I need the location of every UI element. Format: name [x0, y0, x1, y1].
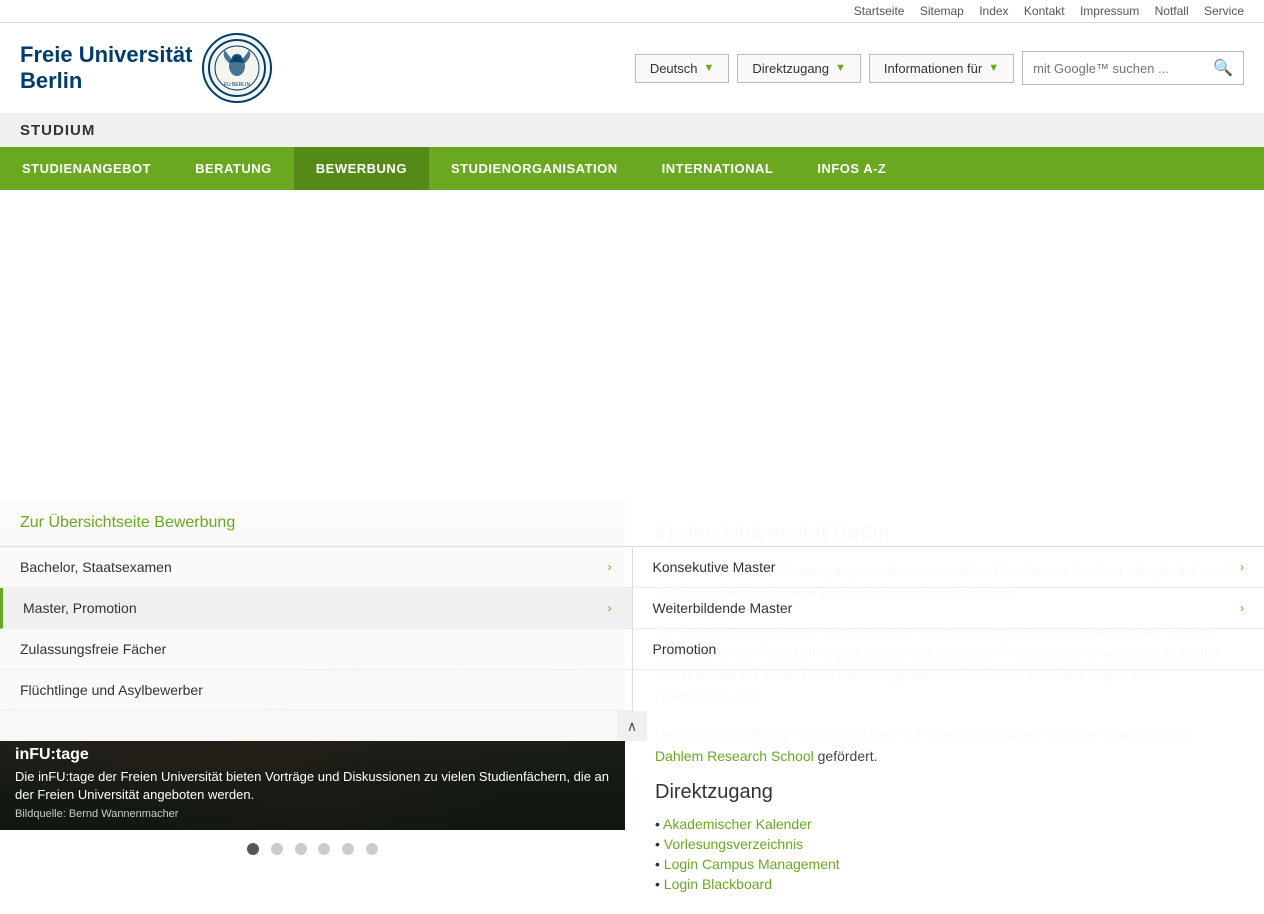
search-button[interactable]: 🔍 [1203, 52, 1243, 84]
dropdown-overlay: Zur Übersichtseite Bewerbung Bachelor, S… [0, 500, 1264, 741]
dropdown-item-promotion[interactable]: Promotion [633, 629, 1264, 670]
dropdown-item-label: Bachelor, Staatsexamen [20, 559, 172, 575]
direktzugang-arrow-icon: ▼ [835, 62, 846, 74]
language-button[interactable]: Deutsch ▼ [635, 54, 730, 83]
direktzugang-heading: Direktzugang [655, 781, 1234, 804]
dropdown-header[interactable]: Zur Übersichtseite Bewerbung [0, 500, 1264, 547]
informationen-label: Informationen für [884, 61, 982, 76]
studium-label: STUDIUM [20, 122, 95, 139]
dot-2[interactable] [271, 843, 283, 855]
dropdown-item-label: Flüchtlinge und Asylbewerber [20, 682, 203, 698]
top-bar: Startseite Sitemap Index Kontakt Impress… [0, 0, 1264, 23]
dahlem-link[interactable]: Dahlem Research School [655, 748, 814, 764]
language-label: Deutsch [650, 61, 698, 76]
dropdown-item-zulassungsfrei[interactable]: Zulassungsfreie Fächer [0, 629, 632, 670]
dropdown-columns: Bachelor, Staatsexamen › Master, Promoti… [0, 547, 1264, 711]
chevron-right-icon: › [1240, 601, 1244, 615]
dot-3[interactable] [295, 843, 307, 855]
dropdown-item-label: Weiterbildende Master [653, 600, 793, 616]
nav-international[interactable]: INTERNATIONAL [640, 147, 796, 190]
dropdown-item-fluechtlinge[interactable]: Flüchtlinge und Asylbewerber [0, 670, 632, 711]
chevron-right-icon: › [608, 560, 612, 574]
header: Freie Universität Berlin FU BERLIN Deuts… [0, 23, 1264, 114]
chevron-right-icon: › [1240, 560, 1244, 574]
dot-1[interactable] [247, 843, 259, 855]
image-credit: Bildquelle: Bernd Wannenmacher [15, 808, 610, 820]
dropdown-item-weiterbildende[interactable]: Weiterbildende Master › [633, 588, 1264, 629]
chevron-up-icon: ∧ [627, 718, 637, 735]
list-item: Login Campus Management [655, 854, 1234, 874]
dot-4[interactable] [318, 843, 330, 855]
list-item: Login Blackboard [655, 874, 1234, 894]
image-caption: inFU:tage Die inFU:tage der Freien Unive… [0, 736, 625, 830]
search-input[interactable] [1023, 55, 1203, 82]
image-title: inFU:tage [15, 746, 610, 764]
topbar-service[interactable]: Service [1204, 4, 1244, 18]
university-seal: FU BERLIN [202, 33, 272, 103]
logo-text: Freie Universität Berlin [20, 42, 192, 95]
direktzugang-label: Direktzugang [752, 61, 829, 76]
nav-studienangebot[interactable]: STUDIENANGEBOT [0, 147, 173, 190]
login-campus-link[interactable]: Login Campus Management [664, 856, 840, 872]
nav-bar: STUDIENANGEBOT BERATUNG BEWERBUNG STUDIE… [0, 147, 1264, 190]
topbar-kontakt[interactable]: Kontakt [1024, 4, 1065, 18]
dot-5[interactable] [342, 843, 354, 855]
dropdown-item-label: Zulassungsfreie Fächer [20, 641, 166, 657]
topbar-sitemap[interactable]: Sitemap [920, 4, 964, 18]
image-desc: Die inFU:tage der Freien Universität bie… [15, 768, 610, 804]
main-content: Zur Übersichtseite Bewerbung Bachelor, S… [0, 500, 1264, 914]
list-item: Akademischer Kalender [655, 814, 1234, 834]
search-box: 🔍 [1022, 51, 1244, 85]
search-icon: 🔍 [1213, 60, 1233, 77]
dropdown-header-text: Zur Übersichtseite Bewerbung [20, 514, 235, 531]
nav-infos-az[interactable]: INFOS A-Z [795, 147, 908, 190]
akademischer-kalender-link[interactable]: Akademischer Kalender [663, 816, 812, 832]
dropdown-col-1: Bachelor, Staatsexamen › Master, Promoti… [0, 547, 633, 711]
list-item: Vorlesungsverzeichnis [655, 834, 1234, 854]
topbar-notfall[interactable]: Notfall [1155, 4, 1189, 18]
svg-text:FU BERLIN: FU BERLIN [224, 82, 251, 88]
direktzugang-list: Akademischer Kalender Vorlesungsverzeich… [655, 814, 1234, 894]
dropdown-item-konsekutive[interactable]: Konsekutive Master › [633, 547, 1264, 588]
dropdown-item-label: Master, Promotion [23, 600, 137, 616]
vorlesungsverzeichnis-link[interactable]: Vorlesungsverzeichnis [664, 836, 803, 852]
dropdown-item-bachelor[interactable]: Bachelor, Staatsexamen › [0, 547, 632, 588]
chevron-right-icon: › [608, 601, 612, 615]
dropdown-item-label: Konsekutive Master [653, 559, 776, 575]
topbar-impressum[interactable]: Impressum [1080, 4, 1139, 18]
topbar-startseite[interactable]: Startseite [854, 4, 905, 18]
studium-bar: STUDIUM [0, 114, 1264, 147]
dropdown-col-2: Konsekutive Master › Weiterbildende Mast… [633, 547, 1264, 711]
nav-bewerbung[interactable]: BEWERBUNG [294, 147, 429, 190]
nav-beratung[interactable]: BERATUNG [173, 147, 294, 190]
language-arrow-icon: ▼ [704, 62, 715, 74]
dropdown-close-button[interactable]: ∧ [617, 711, 647, 741]
nav-studienorganisation[interactable]: STUDIENORGANISATION [429, 147, 640, 190]
login-blackboard-link[interactable]: Login Blackboard [664, 876, 772, 892]
topbar-index[interactable]: Index [979, 4, 1008, 18]
direktzugang-button[interactable]: Direktzugang ▼ [737, 54, 861, 83]
informationen-arrow-icon: ▼ [988, 62, 999, 74]
dot-6[interactable] [366, 843, 378, 855]
dots-navigation [0, 830, 625, 870]
dropdown-item-label: Promotion [653, 641, 717, 657]
direktzugang-section: Direktzugang Akademischer Kalender Vorle… [655, 781, 1234, 894]
dropdown-item-master[interactable]: Master, Promotion › [0, 588, 632, 629]
header-controls: Deutsch ▼ Direktzugang ▼ Informationen f… [635, 51, 1244, 85]
informationen-button[interactable]: Informationen für ▼ [869, 54, 1014, 83]
logo-area[interactable]: Freie Universität Berlin FU BERLIN [20, 33, 272, 103]
